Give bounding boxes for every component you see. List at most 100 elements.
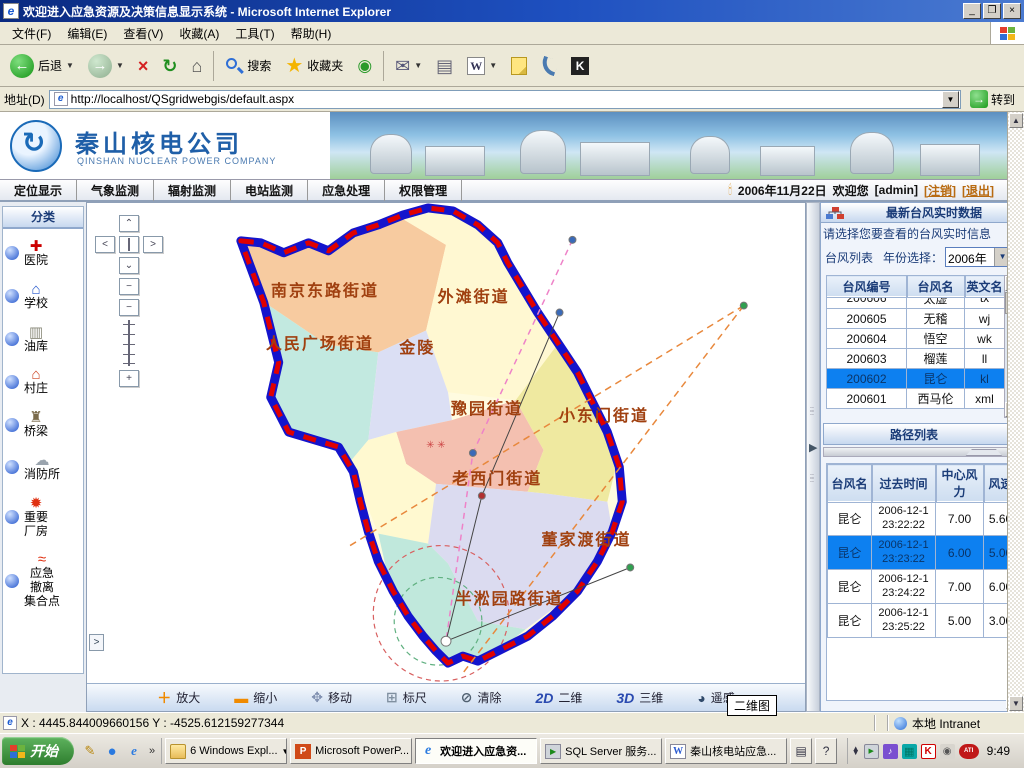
minimize-button[interactable]: _ [963, 3, 981, 19]
task-dropdown-icon[interactable]: ▼ [282, 747, 288, 756]
favorites-button[interactable]: ★ 收藏夹 [279, 53, 349, 79]
taskbar-button-powerpoint[interactable]: PMicrosoft PowerP... [290, 738, 412, 764]
menu-item[interactable]: 工具(T) [227, 22, 282, 45]
close-button[interactable]: × [1003, 3, 1021, 19]
taskbar-button-folder[interactable]: 6 Windows Expl...▼ [165, 738, 287, 764]
forward-dropdown-icon[interactable]: ▼ [116, 61, 124, 70]
quick-launch-ie-icon[interactable]: e [125, 742, 143, 760]
sidebar-item-hospital[interactable]: ✚医院 [5, 239, 83, 268]
stop-button[interactable]: × [132, 53, 155, 79]
track-point[interactable] [556, 309, 563, 316]
page-scroll-down-button[interactable]: ▼ [1009, 696, 1023, 711]
menu-item[interactable]: 编辑(E) [59, 22, 115, 45]
history-button[interactable]: ◉ [351, 53, 378, 79]
address-dropdown-button[interactable]: ▼ [942, 91, 959, 108]
menu-item[interactable]: 文件(F) [4, 22, 59, 45]
tray-kaspersky-icon[interactable]: K [921, 744, 936, 759]
back-dropdown-icon[interactable]: ▼ [66, 61, 74, 70]
snag-tool-button[interactable] [535, 54, 563, 78]
forward-button[interactable]: → ▼ [82, 50, 130, 82]
nav-tab-应急处理[interactable]: 应急处理 [308, 180, 385, 201]
track-point[interactable] [569, 236, 576, 243]
typhoon-row[interactable]: 200606太虚tx [827, 297, 1005, 309]
sidebar-collapse-button[interactable]: > [89, 634, 104, 651]
map-2d-tool-button[interactable]: 2D二维 [535, 689, 582, 706]
track-point[interactable] [441, 636, 451, 646]
exit-link[interactable]: [退出] [962, 182, 994, 199]
quick-launch-msn-icon[interactable]: ● [103, 742, 121, 760]
menu-item[interactable]: 帮助(H) [283, 22, 340, 45]
taskbar-button-sql[interactable]: ▶SQL Server 服务... [540, 738, 662, 764]
ruler-button[interactable] [119, 236, 139, 253]
help-tray-button[interactable]: ? [815, 738, 837, 764]
typhoon-row[interactable]: 200605无稽wj [827, 309, 1005, 329]
page-scrollbar[interactable]: ▲ ▼ [1007, 112, 1024, 712]
path-row[interactable]: 昆仑2006-12-1 23:22:227.005.60 [828, 502, 1018, 536]
printer-tray-button[interactable]: ▤ [790, 738, 812, 764]
tray-volume-icon[interactable]: ◉ [940, 744, 955, 759]
nav-tab-气象监测[interactable]: 气象监测 [77, 180, 154, 201]
nav-tab-定位显示[interactable]: 定位显示 [0, 180, 77, 201]
mail-dropdown-icon[interactable]: ▼ [414, 61, 422, 70]
zoom-in-tool-button[interactable]: ＋放大 [157, 688, 200, 708]
path-row[interactable]: 昆仑2006-12-1 23:23:226.005.00 [828, 536, 1018, 570]
sidebar-item-fire-station[interactable]: ☁消防所 [5, 453, 83, 482]
clear-tool-button[interactable]: ⊘清除 [461, 689, 502, 706]
path-row[interactable]: 昆仑2006-12-1 23:24:227.006.00 [828, 570, 1018, 604]
sidebar-item-village[interactable]: ⌂村庄 [5, 367, 83, 396]
sidebar-item-important-plant[interactable]: ✹重要 厂房 [5, 496, 83, 539]
map-3d-tool-button[interactable]: 3D三维 [616, 689, 663, 706]
pan-up-button[interactable]: ⌃ [119, 215, 139, 232]
logout-link[interactable]: [注销] [924, 182, 956, 199]
k-tool-button[interactable]: K [565, 53, 595, 79]
sidebar-item-school[interactable]: ⌂学校 [5, 282, 83, 311]
typhoon-row[interactable]: 200604悟空wk [827, 329, 1005, 349]
zoom-slider-handle[interactable]: − [119, 299, 139, 316]
tray-ati-icon[interactable]: ATI [959, 744, 979, 759]
quick-launch-pencil-icon[interactable]: ✎ [81, 742, 99, 760]
word-dropdown-icon[interactable]: ▼ [489, 61, 497, 70]
panel-splitter[interactable]: :::: ▶ :::: [806, 202, 820, 712]
nav-tab-权限管理[interactable]: 权限管理 [385, 180, 462, 201]
track-point[interactable] [469, 449, 476, 456]
print-button[interactable]: ▤ [430, 53, 459, 79]
zoom-in-button[interactable]: + [119, 370, 139, 387]
taskbar-button-word[interactable]: W秦山核电站应急... [665, 738, 787, 764]
track-point[interactable] [627, 564, 634, 571]
zoom-out-button[interactable]: − [119, 278, 139, 295]
pan-tool-button[interactable]: ✥移动 [311, 689, 352, 706]
ruler-tool-button[interactable]: ⊞标尺 [386, 689, 427, 706]
typhoon-row[interactable]: 200602昆仑kl [827, 369, 1005, 389]
sidebar-item-evacuation-point[interactable]: ≈应急 撤离 集合点 [5, 552, 83, 608]
track-point[interactable] [478, 492, 485, 499]
search-button[interactable]: 搜索 [219, 53, 277, 79]
splitter-collapse-icon[interactable]: ▶ [809, 441, 817, 454]
back-button[interactable]: ← 后退 ▼ [4, 50, 80, 82]
refresh-button[interactable]: ↻ [156, 53, 183, 79]
quick-launch-overflow-icon[interactable]: » [147, 745, 157, 757]
district-map[interactable]: ✳ ✳ [87, 203, 805, 683]
start-button[interactable]: 开始 [2, 737, 74, 765]
tray-messenger-icon[interactable]: ♪ [883, 744, 898, 759]
mail-button[interactable]: ✉ ▼ [389, 53, 428, 79]
notes-button[interactable] [505, 53, 533, 79]
horizontal-splitter[interactable] [823, 447, 1021, 457]
home-button[interactable]: ⌂ [185, 53, 208, 79]
restore-button[interactable]: ❐ [983, 3, 1001, 19]
zoom-slider[interactable] [122, 320, 136, 366]
menu-item[interactable]: 收藏(A) [171, 22, 227, 45]
sidebar-item-oil-depot[interactable]: ▥油库 [5, 325, 83, 354]
page-scroll-up-button[interactable]: ▲ [1009, 113, 1023, 128]
year-select[interactable]: 2006年 ▼ [945, 247, 1011, 267]
pan-left-button[interactable]: < [95, 236, 115, 253]
pan-down-button[interactable]: ⌄ [119, 257, 139, 274]
nav-tab-辐射监测[interactable]: 辐射监测 [154, 180, 231, 201]
tray-chevron-icon[interactable]: ▲▼ [852, 747, 860, 755]
sidebar-item-bridge[interactable]: ♜桥梁 [5, 410, 83, 439]
nav-tab-电站监测[interactable]: 电站监测 [231, 180, 308, 201]
track-point[interactable] [740, 302, 747, 309]
address-input[interactable]: e http://localhost/QSgridwebgis/default.… [49, 90, 961, 109]
menu-item[interactable]: 查看(V) [115, 22, 171, 45]
edit-word-button[interactable]: W ▼ [461, 53, 503, 79]
path-list-bar[interactable]: 路径列表 » [823, 423, 1021, 445]
